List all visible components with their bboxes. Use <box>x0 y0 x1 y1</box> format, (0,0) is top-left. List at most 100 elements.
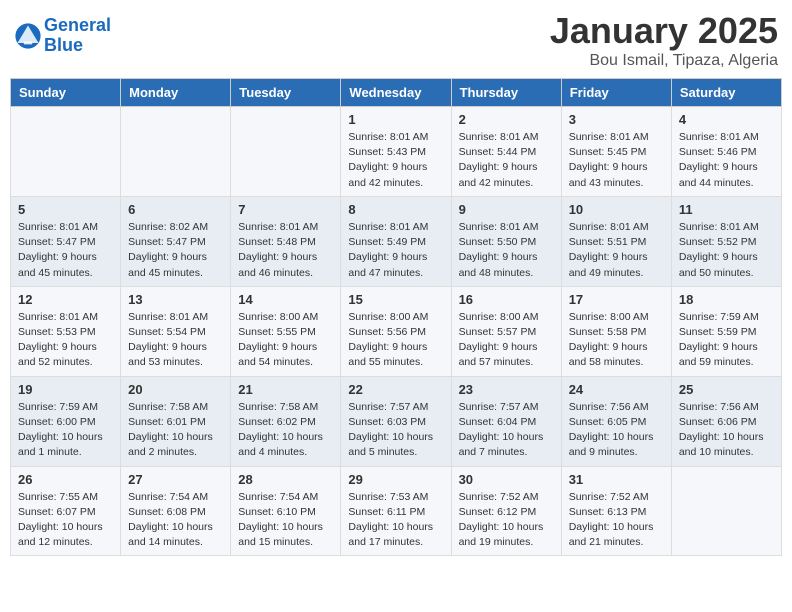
calendar-cell: 20Sunrise: 7:58 AM Sunset: 6:01 PM Dayli… <box>121 376 231 466</box>
day-number: 2 <box>459 112 554 127</box>
calendar-cell: 17 Sunrise: 8:00 AM Sunset: 5:58 PM Dayli… <box>561 286 671 376</box>
day-info: Sunrise: 7:58 AM Sunset: 6:02 PM Dayligh… <box>238 400 333 461</box>
day-info: Sunrise: 7:56 AM Sunset: 6:05 PM Dayligh… <box>569 400 664 461</box>
calendar-cell: 14 Sunrise: 8:00 AM Sunset: 5:55 PM Dayli… <box>231 286 341 376</box>
logo: GeneralBlue <box>14 16 111 56</box>
day-number: 22 <box>348 382 443 397</box>
day-number: 27 <box>128 472 223 487</box>
page-header: GeneralBlue January 2025 Bou Ismail, Tip… <box>10 10 782 70</box>
calendar-week-row: 12 Sunrise: 8:01 AM Sunset: 5:53 PM Dayli… <box>11 286 782 376</box>
day-number: 18 <box>679 292 774 307</box>
calendar-cell: 26 Sunrise: 7:55 AM Sunset: 6:07 PM Dayli… <box>11 466 121 556</box>
day-number: 14 <box>238 292 333 307</box>
day-number: 5 <box>18 202 113 217</box>
calendar-week-row: 5 Sunrise: 8:01 AM Sunset: 5:47 PM Daylig… <box>11 196 782 286</box>
day-info: Sunrise: 7:57 AM Sunset: 6:03 PM Dayligh… <box>348 400 443 461</box>
calendar-cell: 29 Sunrise: 7:53 AM Sunset: 6:11 PM Dayli… <box>341 466 451 556</box>
day-header-thursday: Thursday <box>451 79 561 107</box>
day-number: 12 <box>18 292 113 307</box>
calendar-cell: 8 Sunrise: 8:01 AM Sunset: 5:49 PM Daylig… <box>341 196 451 286</box>
day-info: Sunrise: 8:00 AM Sunset: 5:58 PM Dayligh… <box>569 310 664 371</box>
logo-text: GeneralBlue <box>44 16 111 56</box>
day-info: Sunrise: 8:01 AM Sunset: 5:49 PM Dayligh… <box>348 220 443 281</box>
calendar-cell: 23 Sunrise: 7:57 AM Sunset: 6:04 PM Dayli… <box>451 376 561 466</box>
calendar-cell: 15 Sunrise: 8:00 AM Sunset: 5:56 PM Dayli… <box>341 286 451 376</box>
calendar-cell: 13Sunrise: 8:01 AM Sunset: 5:54 PM Dayli… <box>121 286 231 376</box>
day-header-wednesday: Wednesday <box>341 79 451 107</box>
calendar-cell: 19 Sunrise: 7:59 AM Sunset: 6:00 PM Dayli… <box>11 376 121 466</box>
day-info: Sunrise: 8:01 AM Sunset: 5:47 PM Dayligh… <box>18 220 113 281</box>
day-info: Sunrise: 7:52 AM Sunset: 6:12 PM Dayligh… <box>459 490 554 551</box>
location-subtitle: Bou Ismail, Tipaza, Algeria <box>550 52 778 70</box>
day-number: 23 <box>459 382 554 397</box>
day-number: 8 <box>348 202 443 217</box>
calendar-table: SundayMondayTuesdayWednesdayThursdayFrid… <box>10 78 782 556</box>
calendar-cell: 6 Sunrise: 8:02 AM Sunset: 5:47 PM Daylig… <box>121 196 231 286</box>
day-info: Sunrise: 7:53 AM Sunset: 6:11 PM Dayligh… <box>348 490 443 551</box>
day-info: Sunrise: 8:00 AM Sunset: 5:55 PM Dayligh… <box>238 310 333 371</box>
day-number: 21 <box>238 382 333 397</box>
day-header-saturday: Saturday <box>671 79 781 107</box>
calendar-cell: 30 Sunrise: 7:52 AM Sunset: 6:12 PM Dayli… <box>451 466 561 556</box>
day-info: Sunrise: 7:57 AM Sunset: 6:04 PM Dayligh… <box>459 400 554 461</box>
day-number: 26 <box>18 472 113 487</box>
day-info: Sunrise: 8:01 AM Sunset: 5:46 PM Dayligh… <box>679 130 774 191</box>
day-number: 31 <box>569 472 664 487</box>
day-number: 1 <box>348 112 443 127</box>
day-info: Sunrise: 7:56 AM Sunset: 6:06 PM Dayligh… <box>679 400 774 461</box>
day-header-friday: Friday <box>561 79 671 107</box>
day-number: 28 <box>238 472 333 487</box>
day-header-tuesday: Tuesday <box>231 79 341 107</box>
day-header-sunday: Sunday <box>11 79 121 107</box>
calendar-cell: 2 Sunrise: 8:01 AM Sunset: 5:44 PM Daylig… <box>451 107 561 197</box>
calendar-cell: 12 Sunrise: 8:01 AM Sunset: 5:53 PM Dayli… <box>11 286 121 376</box>
day-info: Sunrise: 8:00 AM Sunset: 5:57 PM Dayligh… <box>459 310 554 371</box>
calendar-cell: 21 Sunrise: 7:58 AM Sunset: 6:02 PM Dayli… <box>231 376 341 466</box>
calendar-cell: 16 Sunrise: 8:00 AM Sunset: 5:57 PM Dayli… <box>451 286 561 376</box>
day-info: Sunrise: 7:54 AM Sunset: 6:08 PM Dayligh… <box>128 490 223 551</box>
calendar-cell: 22 Sunrise: 7:57 AM Sunset: 6:03 PM Dayli… <box>341 376 451 466</box>
day-number: 9 <box>459 202 554 217</box>
calendar-week-row: 1 Sunrise: 8:01 AM Sunset: 5:43 PM Daylig… <box>11 107 782 197</box>
day-number: 15 <box>348 292 443 307</box>
day-info: Sunrise: 8:01 AM Sunset: 5:53 PM Dayligh… <box>18 310 113 371</box>
calendar-cell <box>11 107 121 197</box>
day-number: 29 <box>348 472 443 487</box>
calendar-cell <box>671 466 781 556</box>
calendar-week-row: 26 Sunrise: 7:55 AM Sunset: 6:07 PM Dayli… <box>11 466 782 556</box>
calendar-cell: 31 Sunrise: 7:52 AM Sunset: 6:13 PM Dayli… <box>561 466 671 556</box>
day-info: Sunrise: 8:00 AM Sunset: 5:56 PM Dayligh… <box>348 310 443 371</box>
day-number: 16 <box>459 292 554 307</box>
calendar-cell <box>121 107 231 197</box>
calendar-cell: 27 Sunrise: 7:54 AM Sunset: 6:08 PM Dayli… <box>121 466 231 556</box>
day-number: 6 <box>128 202 223 217</box>
day-number: 11 <box>679 202 774 217</box>
day-number: 4 <box>679 112 774 127</box>
day-number: 10 <box>569 202 664 217</box>
day-info: Sunrise: 8:01 AM Sunset: 5:43 PM Dayligh… <box>348 130 443 191</box>
calendar-cell: 7Sunrise: 8:01 AM Sunset: 5:48 PM Daylig… <box>231 196 341 286</box>
calendar-cell: 1 Sunrise: 8:01 AM Sunset: 5:43 PM Daylig… <box>341 107 451 197</box>
day-number: 30 <box>459 472 554 487</box>
day-info: Sunrise: 8:01 AM Sunset: 5:45 PM Dayligh… <box>569 130 664 191</box>
day-info: Sunrise: 7:55 AM Sunset: 6:07 PM Dayligh… <box>18 490 113 551</box>
day-number: 7 <box>238 202 333 217</box>
day-number: 19 <box>18 382 113 397</box>
calendar-cell: 4 Sunrise: 8:01 AM Sunset: 5:46 PM Daylig… <box>671 107 781 197</box>
day-number: 13 <box>128 292 223 307</box>
day-info: Sunrise: 7:58 AM Sunset: 6:01 PM Dayligh… <box>128 400 223 461</box>
day-info: Sunrise: 7:52 AM Sunset: 6:13 PM Dayligh… <box>569 490 664 551</box>
day-info: Sunrise: 8:02 AM Sunset: 5:47 PM Dayligh… <box>128 220 223 281</box>
calendar-week-row: 19 Sunrise: 7:59 AM Sunset: 6:00 PM Dayli… <box>11 376 782 466</box>
calendar-cell: 18Sunrise: 7:59 AM Sunset: 5:59 PM Dayli… <box>671 286 781 376</box>
day-info: Sunrise: 8:01 AM Sunset: 5:44 PM Dayligh… <box>459 130 554 191</box>
calendar-cell: 5 Sunrise: 8:01 AM Sunset: 5:47 PM Daylig… <box>11 196 121 286</box>
calendar-cell: 11Sunrise: 8:01 AM Sunset: 5:52 PM Dayli… <box>671 196 781 286</box>
day-info: Sunrise: 8:01 AM Sunset: 5:51 PM Dayligh… <box>569 220 664 281</box>
calendar-cell: 28 Sunrise: 7:54 AM Sunset: 6:10 PM Dayli… <box>231 466 341 556</box>
day-number: 17 <box>569 292 664 307</box>
day-info: Sunrise: 7:59 AM Sunset: 6:00 PM Dayligh… <box>18 400 113 461</box>
day-info: Sunrise: 7:54 AM Sunset: 6:10 PM Dayligh… <box>238 490 333 551</box>
day-header-monday: Monday <box>121 79 231 107</box>
day-number: 25 <box>679 382 774 397</box>
